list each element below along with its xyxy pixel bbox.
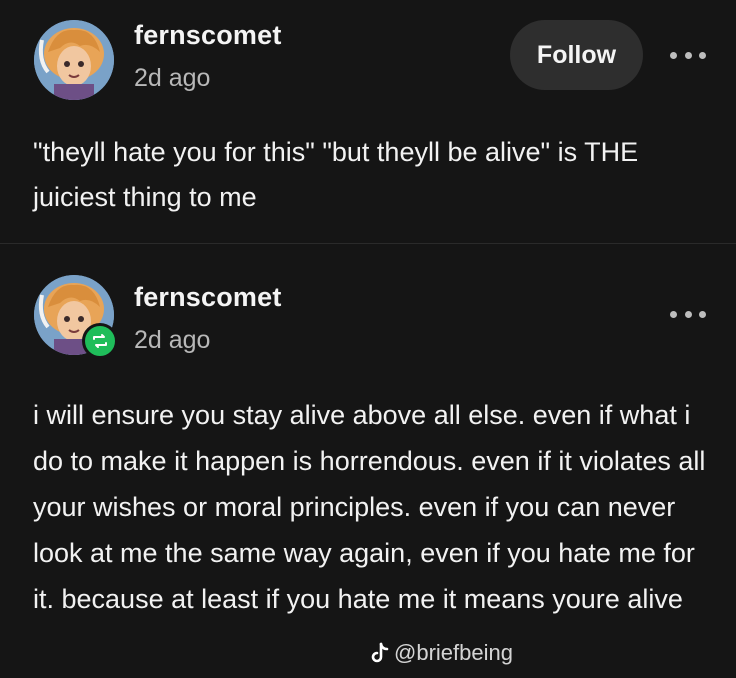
dot [684,51,692,59]
dot [684,310,692,318]
post-body-text: "theyll hate you for this" "but theyll b… [33,137,639,212]
dot [670,51,677,59]
tiktok-icon [371,642,389,663]
watermark-text: @briefbeing [394,640,513,665]
reblog-body-text: i will ensure you stay alive above all e… [33,400,706,614]
original-post: fernscomet 2d ago Follow "theyll hate yo… [0,0,736,244]
reblog-post: fernscomet 2d ago i will ensure you stay… [0,244,736,678]
more-options-icon[interactable] [670,306,706,322]
avatar-illustration [34,20,114,100]
more-options-icon[interactable] [670,47,706,63]
post-timestamp[interactable]: 2d ago [134,64,210,93]
dot [699,51,706,59]
dot [670,310,677,318]
watermark: @briefbeing [370,640,513,666]
reblog-icon [82,323,118,359]
dot [699,310,706,318]
follow-button[interactable]: Follow [510,20,643,90]
post-username[interactable]: fernscomet [134,20,282,51]
reblog-timestamp[interactable]: 2d ago [134,326,210,355]
avatar[interactable] [34,20,114,100]
reblog-username[interactable]: fernscomet [134,282,282,313]
